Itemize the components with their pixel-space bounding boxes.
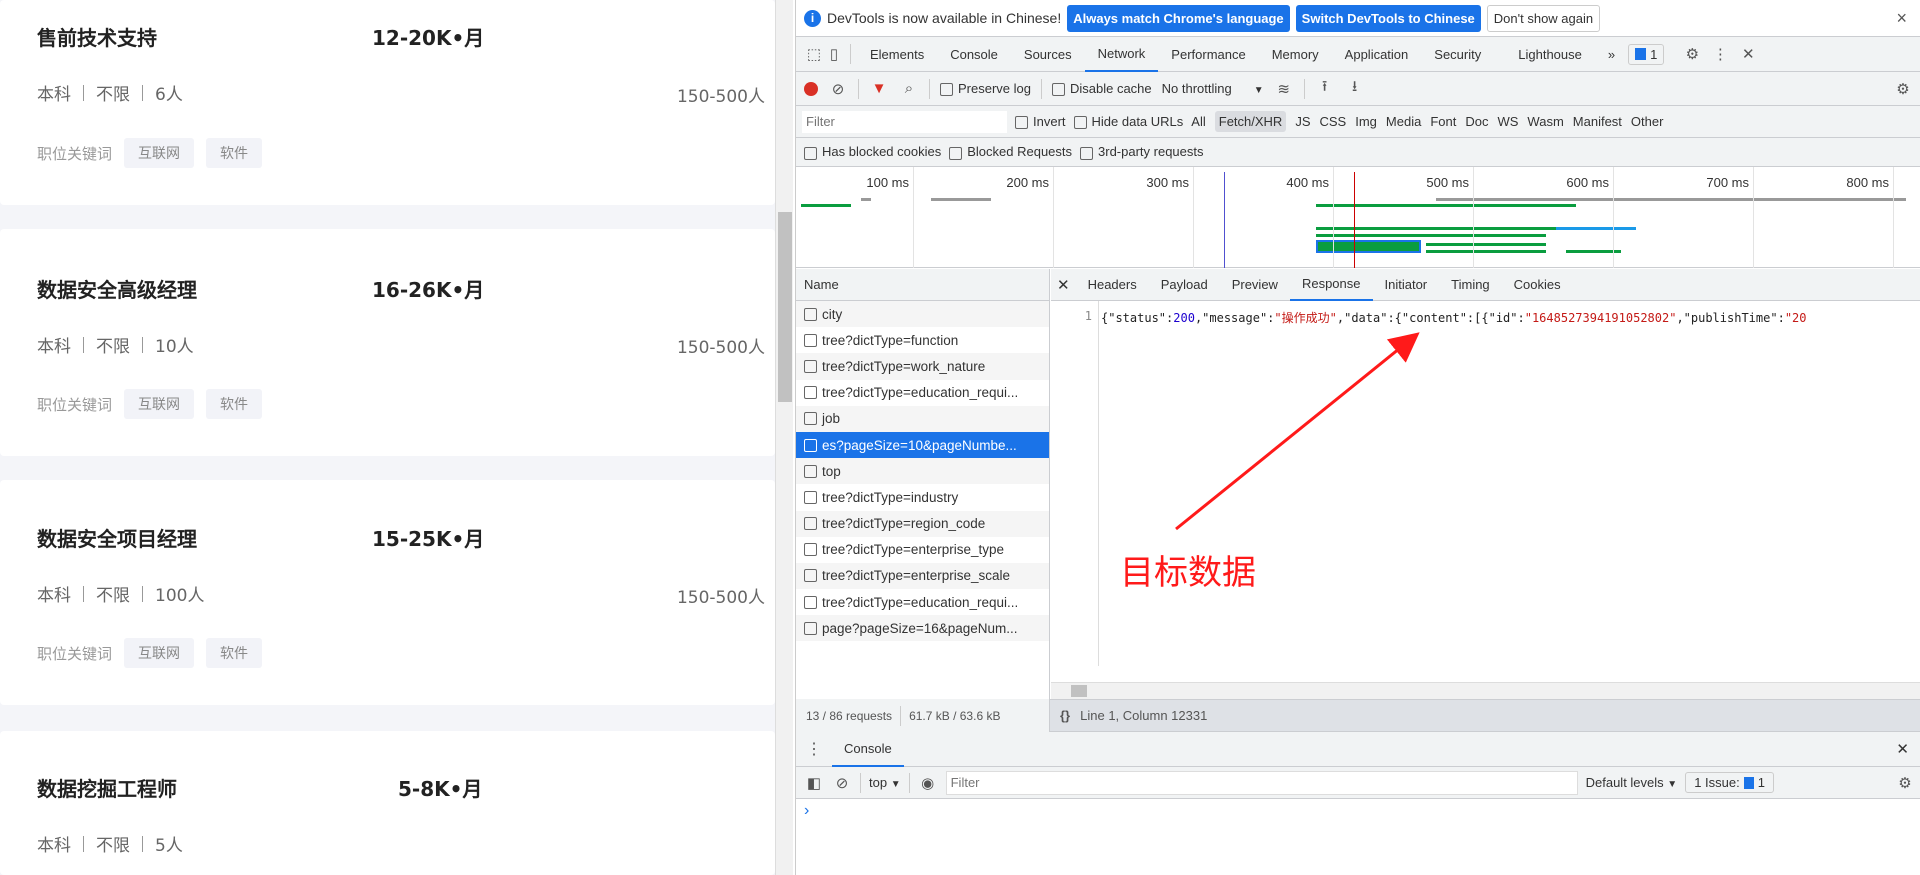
arrow-line bbox=[1175, 332, 1420, 531]
annotation-arrow bbox=[1175, 332, 1420, 531]
annotation-label: 目标数据 bbox=[1120, 553, 1256, 593]
